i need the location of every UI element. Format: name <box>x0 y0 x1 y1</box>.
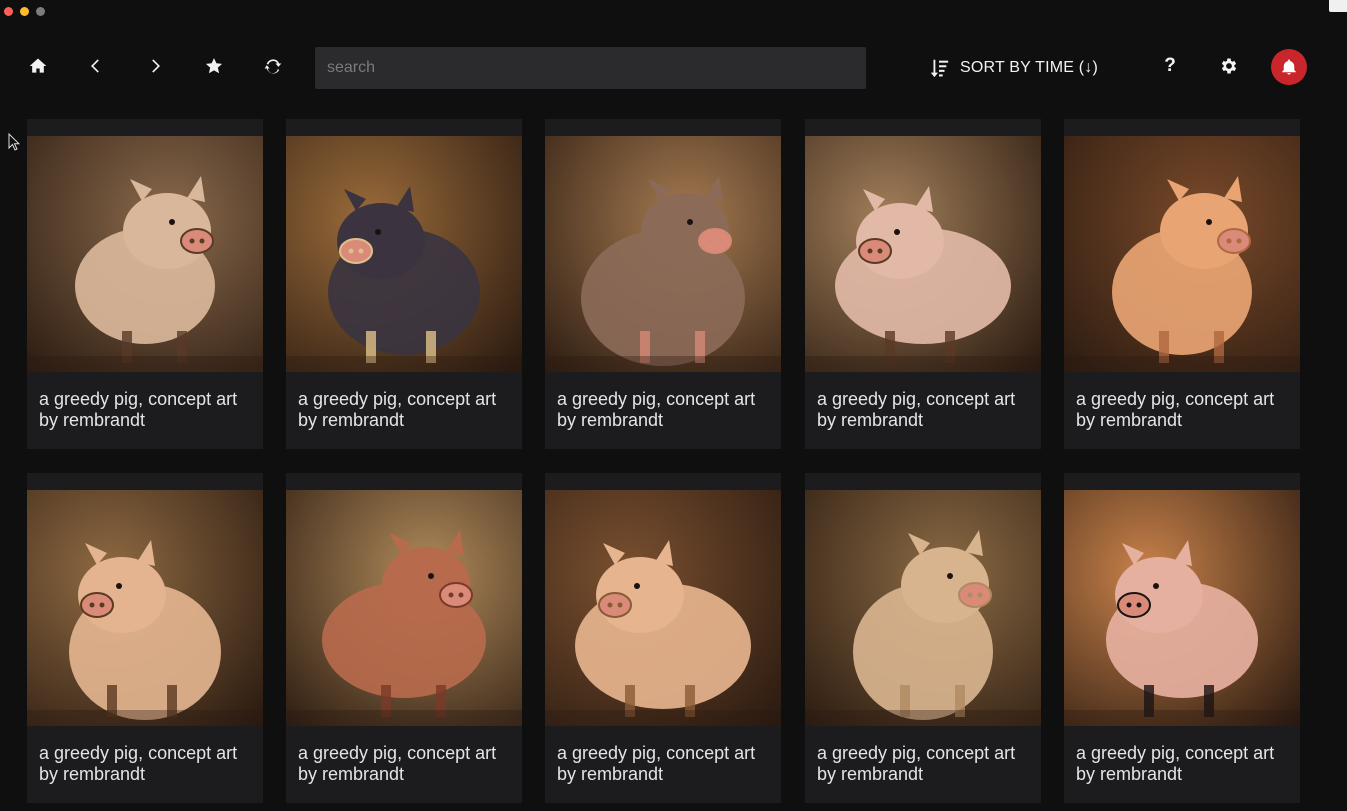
gear-icon <box>1221 58 1237 74</box>
pig-painting-image <box>1064 136 1300 372</box>
pig-painting-image <box>805 490 1041 726</box>
pig-painting-image <box>545 490 781 726</box>
pig-painting-thumbnail[interactable] <box>27 136 263 372</box>
home-icon <box>29 58 47 73</box>
pig-painting-thumbnail[interactable] <box>805 136 1041 372</box>
back-button[interactable] <box>78 48 114 84</box>
pig-painting-thumbnail[interactable] <box>286 136 522 372</box>
image-caption: a greedy pig, concept art by rembrandt <box>298 743 497 784</box>
pig-painting-image <box>286 136 522 372</box>
image-caption: a greedy pig, concept art by rembrandt <box>39 743 238 784</box>
pig-painting-image <box>1064 490 1300 726</box>
sort-button[interactable]: SORT BY TIME (↓) <box>928 48 1098 88</box>
settings-button[interactable] <box>1211 48 1247 84</box>
gallery-card[interactable]: a greedy pig, concept art by rembrandt <box>805 473 1041 803</box>
toolbar: SORT BY TIME (↓) ? <box>0 40 1347 96</box>
image-caption: a greedy pig, concept art by rembrandt <box>1076 743 1275 784</box>
refresh-icon <box>264 59 282 74</box>
gallery-card[interactable]: a greedy pig, concept art by rembrandt <box>1064 119 1300 449</box>
pig-painting-thumbnail[interactable] <box>27 490 263 726</box>
gallery-card[interactable]: a greedy pig, concept art by rembrandt <box>805 119 1041 449</box>
help-label: ? <box>1164 55 1176 76</box>
image-caption: a greedy pig, concept art by rembrandt <box>817 389 1016 430</box>
back-icon <box>91 59 99 73</box>
search-input[interactable] <box>315 47 866 89</box>
image-caption: a greedy pig, concept art by rembrandt <box>557 389 756 430</box>
window-minimize-button[interactable] <box>20 7 29 16</box>
image-caption: a greedy pig, concept art by rembrandt <box>557 743 756 784</box>
notifications-button[interactable] <box>1271 49 1307 85</box>
star-icon <box>205 58 223 74</box>
pig-painting-thumbnail[interactable] <box>286 490 522 726</box>
pig-painting-thumbnail[interactable] <box>805 490 1041 726</box>
pig-painting-image <box>27 490 263 726</box>
pig-painting-image <box>27 136 263 372</box>
gallery-card[interactable]: a greedy pig, concept art by rembrandt <box>545 473 781 803</box>
gallery-card[interactable]: a greedy pig, concept art by rembrandt <box>286 119 522 449</box>
image-caption: a greedy pig, concept art by rembrandt <box>298 389 497 430</box>
window-titlebar <box>0 0 1347 22</box>
window-corner-indicator <box>1329 0 1347 12</box>
gallery-card[interactable]: a greedy pig, concept art by rembrandt <box>27 473 263 803</box>
gallery-card[interactable]: a greedy pig, concept art by rembrandt <box>545 119 781 449</box>
pig-painting-image <box>286 490 522 726</box>
pig-painting-thumbnail[interactable] <box>1064 136 1300 372</box>
pig-painting-thumbnail[interactable] <box>1064 490 1300 726</box>
forward-button[interactable] <box>137 48 173 84</box>
pig-painting-thumbnail[interactable] <box>545 136 781 372</box>
home-button[interactable] <box>20 48 56 84</box>
image-caption: a greedy pig, concept art by rembrandt <box>1076 389 1275 430</box>
gallery-card[interactable]: a greedy pig, concept art by rembrandt <box>1064 473 1300 803</box>
pig-painting-image <box>805 136 1041 372</box>
window-maximize-button[interactable] <box>36 7 45 16</box>
bell-icon <box>1282 59 1296 75</box>
favorites-button[interactable] <box>196 48 232 84</box>
sort-descending-icon <box>930 59 949 78</box>
pig-painting-thumbnail[interactable] <box>545 490 781 726</box>
refresh-button[interactable] <box>255 48 291 84</box>
pig-painting-image <box>545 136 781 372</box>
mouse-cursor-icon <box>8 133 20 151</box>
sort-label: SORT BY TIME (↓) <box>960 59 1099 76</box>
help-button[interactable]: ? <box>1152 48 1188 84</box>
gallery-card[interactable]: a greedy pig, concept art by rembrandt <box>286 473 522 803</box>
gallery-card[interactable]: a greedy pig, concept art by rembrandt <box>27 119 263 449</box>
forward-icon <box>152 59 160 73</box>
window-close-button[interactable] <box>4 7 13 16</box>
image-caption: a greedy pig, concept art by rembrandt <box>39 389 238 430</box>
image-caption: a greedy pig, concept art by rembrandt <box>817 743 1016 784</box>
